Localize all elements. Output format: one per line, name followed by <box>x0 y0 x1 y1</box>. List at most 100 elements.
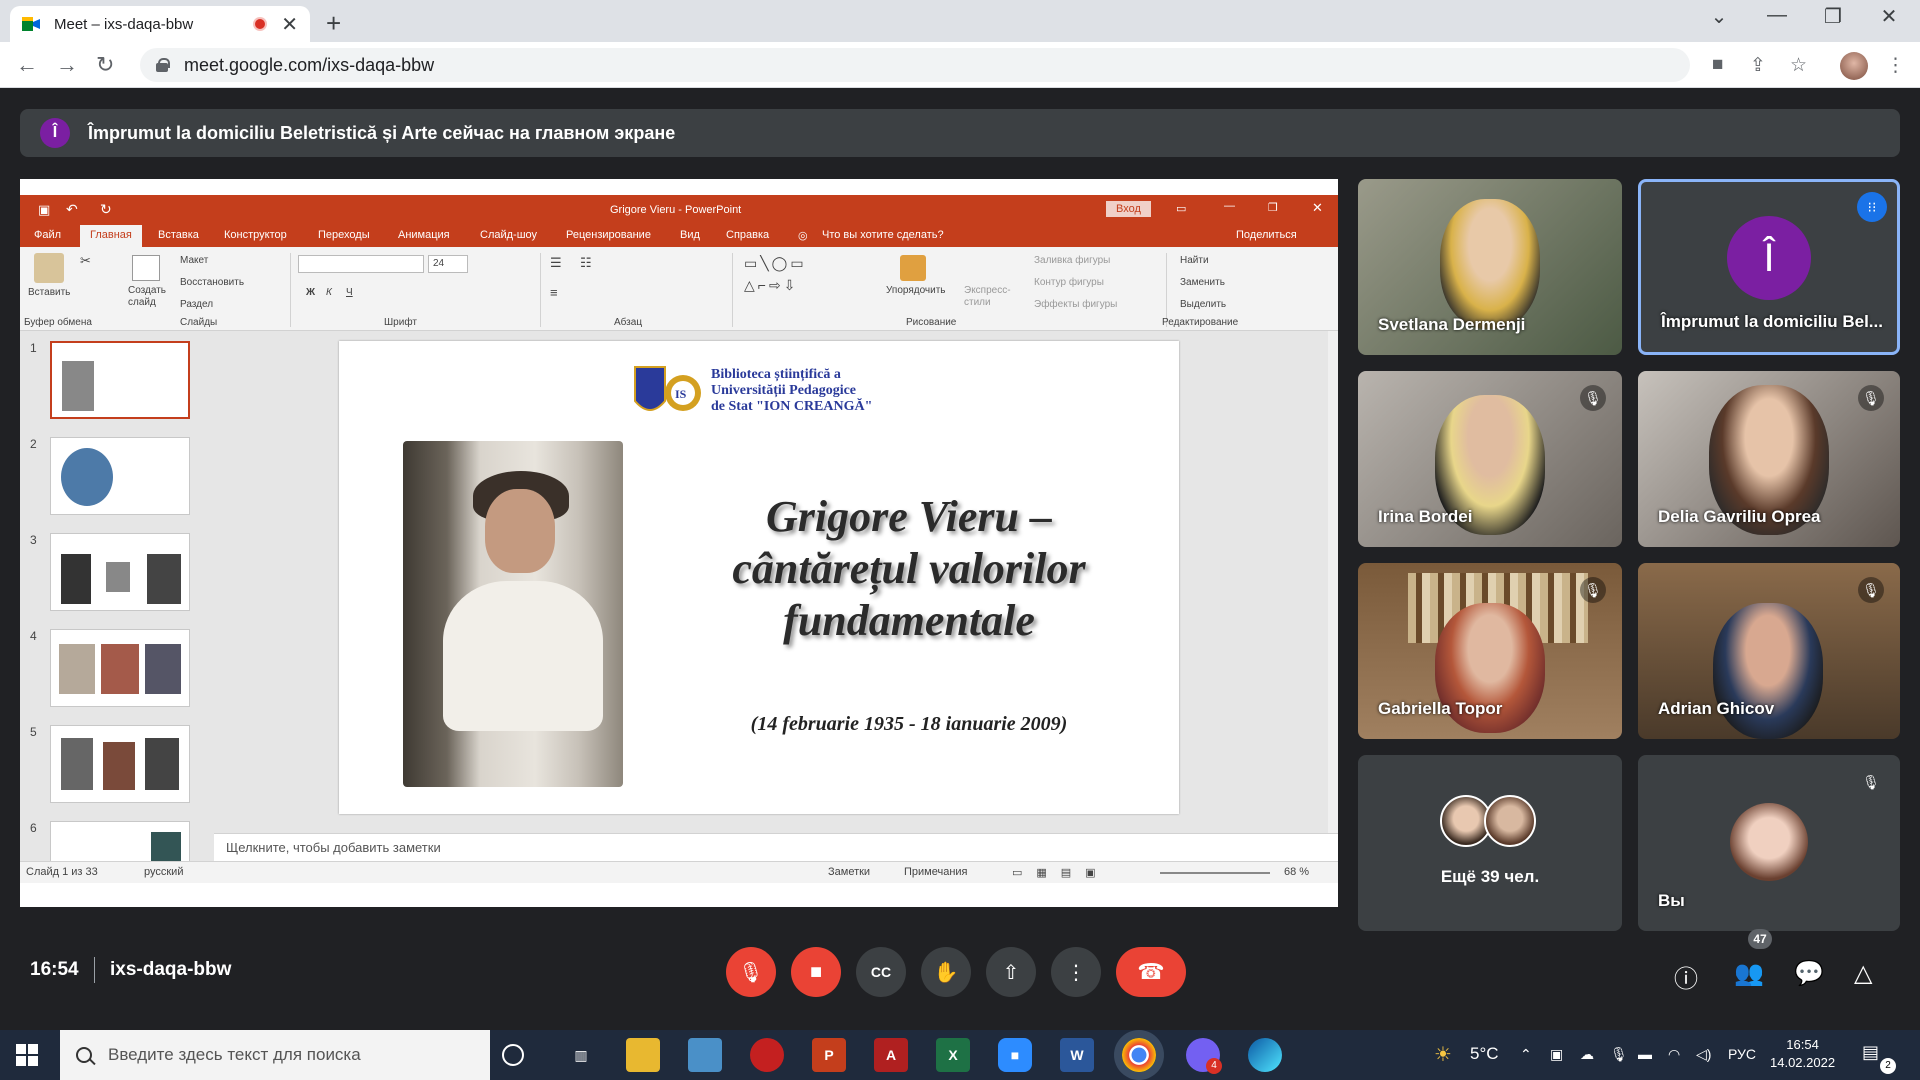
participant-tile[interactable]: Svetlana Dermenji <box>1358 179 1622 355</box>
info-icon[interactable]: ⓘ <box>1674 959 1698 994</box>
chat-icon[interactable]: 💬 <box>1794 959 1824 988</box>
excel-icon[interactable]: X <box>936 1038 970 1072</box>
view-buttons[interactable]: ▭▦▤▣ <box>1012 866 1110 879</box>
minimize-button[interactable]: — <box>1752 4 1802 27</box>
tray-chevron-icon[interactable]: ⌃ <box>1520 1046 1532 1063</box>
leave-call-button[interactable]: ☎ <box>1116 947 1186 997</box>
tab-design[interactable]: Конструктор <box>224 229 287 241</box>
chrome-icon[interactable] <box>1122 1038 1156 1072</box>
slide-thumbnail-6[interactable] <box>50 821 190 861</box>
layout-button[interactable]: Макет <box>180 255 208 266</box>
login-button[interactable]: Вход <box>1106 201 1151 217</box>
align-left-icon[interactable]: ≡ <box>550 285 558 300</box>
italic-button[interactable]: К <box>326 287 332 298</box>
select-button[interactable]: Выделить <box>1180 299 1226 310</box>
language-indicator[interactable]: РУС <box>1728 1046 1756 1062</box>
app-icon[interactable] <box>750 1038 784 1072</box>
more-options-button[interactable]: ⋮ <box>1051 947 1101 997</box>
underline-button[interactable]: Ч <box>346 287 353 298</box>
browser-tab[interactable]: Meet – ixs-daqa-bbw ✕ <box>10 6 310 42</box>
people-icon[interactable]: 👥 <box>1734 959 1764 988</box>
reload-icon[interactable]: ↻ <box>96 52 114 78</box>
mic-off-button[interactable]: 🎙 <box>726 947 776 997</box>
address-bar[interactable]: meet.google.com/ixs-daqa-bbw <box>140 48 1690 82</box>
new-slide-button[interactable]: Создать слайд <box>128 285 172 309</box>
cut-icon[interactable]: ✂ <box>80 253 91 269</box>
arrange-button[interactable]: Упорядочить <box>886 285 946 296</box>
taskbar-clock[interactable]: 16:54 14.02.2022 <box>1770 1036 1835 1072</box>
ppt-minimize-button[interactable]: — <box>1224 200 1235 212</box>
save-icon[interactable]: ▣ <box>38 202 50 218</box>
cloud-icon[interactable]: ☁ <box>1580 1046 1594 1063</box>
section-button[interactable]: Раздел <box>180 299 213 310</box>
volume-icon[interactable]: ◁) <box>1696 1046 1711 1063</box>
notes-toggle[interactable]: Заметки <box>828 866 870 878</box>
new-tab-button[interactable]: + <box>326 8 341 39</box>
taskbar-search[interactable]: Введите здесь текст для поиска <box>60 1030 490 1080</box>
zoom-icon[interactable]: ■ <box>998 1038 1032 1072</box>
maximize-button[interactable]: ❐ <box>1808 4 1858 29</box>
tab-view[interactable]: Вид <box>680 229 700 241</box>
current-slide[interactable]: IS Biblioteca științifică a Universități… <box>339 341 1179 814</box>
close-window-button[interactable]: ✕ <box>1864 4 1914 29</box>
slide-thumbnail-4[interactable] <box>50 629 190 707</box>
back-arrow-icon[interactable]: ← <box>16 52 38 78</box>
slide-thumbnail-5[interactable] <box>50 725 190 803</box>
participant-tile[interactable]: 🎙 Irina Bordei <box>1358 371 1622 547</box>
notifications-icon[interactable]: ▤ <box>1862 1042 1879 1063</box>
present-button[interactable]: ⇧ <box>986 947 1036 997</box>
tab-home[interactable]: Главная <box>80 225 142 247</box>
tab-review[interactable]: Рецензирование <box>566 229 651 241</box>
slide-thumbnail-3[interactable] <box>50 533 190 611</box>
camera-off-button[interactable]: ■ <box>791 947 841 997</box>
slide-thumbnail-2[interactable] <box>50 437 190 515</box>
new-slide-icon[interactable] <box>132 255 160 281</box>
battery-icon[interactable]: ▬ <box>1638 1046 1652 1062</box>
slide-thumbnail-1[interactable] <box>50 341 190 419</box>
participant-tile-speaking[interactable]: Î ⁝⁝ Împrumut la domiciliu Bel... <box>1638 179 1900 355</box>
replace-button[interactable]: Заменить <box>1180 277 1225 288</box>
raise-hand-button[interactable]: ✋ <box>921 947 971 997</box>
cortana-icon[interactable] <box>502 1044 524 1066</box>
weather-temp[interactable]: 5°C <box>1470 1044 1499 1064</box>
notes-pane[interactable]: Щелкните, чтобы добавить заметки <box>214 833 1338 861</box>
wifi-icon[interactable]: ◠ <box>1668 1046 1680 1063</box>
bullets-icon[interactable]: ☰ <box>550 255 562 271</box>
profile-avatar[interactable] <box>1840 52 1868 80</box>
font-size-field[interactable]: 24 <box>428 255 468 273</box>
share-icon[interactable]: ⇪ <box>1750 54 1766 77</box>
self-tile[interactable]: 🎙 Вы <box>1638 755 1900 931</box>
comments-toggle[interactable]: Примечания <box>904 866 968 878</box>
ppt-close-button[interactable]: ✕ <box>1312 200 1323 216</box>
weather-icon[interactable]: ☀ <box>1434 1042 1452 1067</box>
tab-animation[interactable]: Анимация <box>398 229 450 241</box>
tab-search-icon[interactable]: ⌄ <box>1694 4 1744 29</box>
shape-outline-button[interactable]: Контур фигуры <box>1034 277 1104 288</box>
tell-me-search[interactable]: Что вы хотите сделать? <box>822 229 944 241</box>
tab-file[interactable]: Файл <box>34 229 61 241</box>
acrobat-icon[interactable]: A <box>874 1038 908 1072</box>
numbering-icon[interactable]: ☷ <box>580 255 592 271</box>
powerpoint-icon[interactable]: P <box>812 1038 846 1072</box>
paste-icon[interactable] <box>34 253 64 283</box>
tray-app-icon[interactable]: ▣ <box>1550 1046 1563 1063</box>
paste-button[interactable]: Вставить <box>28 287 70 298</box>
more-participants-tile[interactable]: Ещё 39 чел. <box>1358 755 1622 931</box>
font-name-field[interactable] <box>298 255 424 273</box>
participant-tile[interactable]: 🎙 Delia Gavriliu Oprea <box>1638 371 1900 547</box>
shapes-gallery[interactable]: ▭╲◯▭ <box>744 255 807 272</box>
participant-tile[interactable]: 🎙 Adrian Ghicov <box>1638 563 1900 739</box>
bold-button[interactable]: Ж <box>306 287 315 298</box>
app-icon[interactable] <box>688 1038 722 1072</box>
kebab-menu-icon[interactable]: ⋮ <box>1886 54 1905 77</box>
slide-scrollbar[interactable] <box>1328 331 1338 861</box>
file-explorer-icon[interactable] <box>626 1038 660 1072</box>
shapes-gallery-row-2[interactable]: △⌐⇨⇩ <box>744 277 798 294</box>
language[interactable]: русский <box>144 866 183 878</box>
edge-icon[interactable] <box>1248 1038 1282 1072</box>
zoom-level[interactable]: 68 % <box>1284 866 1309 878</box>
tab-help[interactable]: Справка <box>726 229 769 241</box>
undo-icon[interactable]: ↶ <box>66 201 78 218</box>
tab-transitions[interactable]: Переходы <box>318 229 370 241</box>
ppt-restore-button[interactable]: ❐ <box>1268 201 1278 214</box>
